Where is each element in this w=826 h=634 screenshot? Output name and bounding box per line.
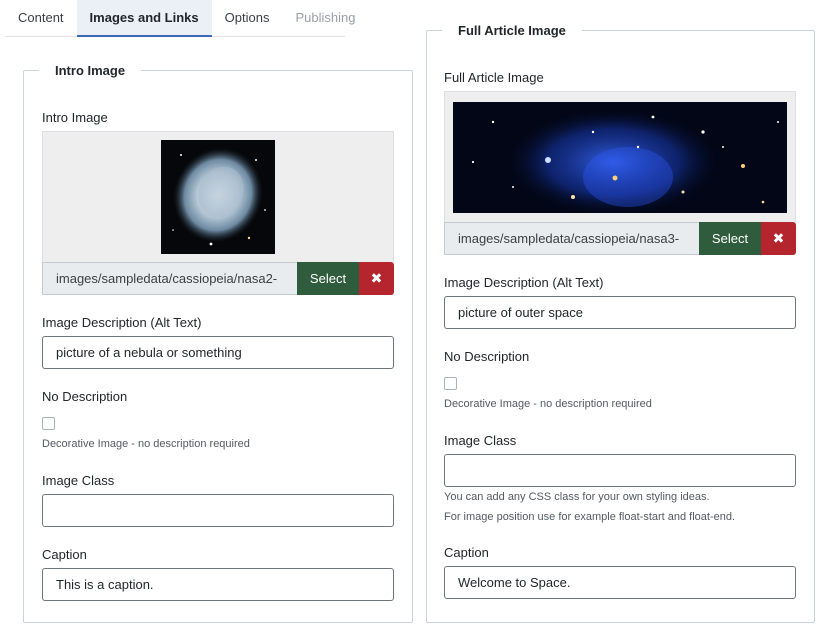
full-alt-label: Image Description (Alt Text) bbox=[444, 275, 604, 290]
close-icon: ✖ bbox=[772, 230, 785, 246]
tab-bar: Content Images and Links Options Publish… bbox=[5, 0, 355, 37]
full-article-image-fieldset: Full Article Image Full Article Image im… bbox=[426, 22, 815, 623]
intro-image-clear-button[interactable]: ✖ bbox=[359, 262, 394, 295]
full-image-label: Full Article Image bbox=[444, 70, 544, 85]
full-no-description-label: No Description bbox=[444, 349, 530, 364]
tab-content[interactable]: Content bbox=[5, 0, 77, 36]
full-caption-label: Caption bbox=[444, 545, 489, 560]
intro-no-description-label: No Description bbox=[42, 389, 128, 404]
full-image-preview bbox=[444, 91, 796, 222]
tab-options[interactable]: Options bbox=[212, 0, 283, 36]
full-caption-input[interactable]: Welcome to Space. bbox=[444, 566, 796, 599]
intro-image-thumbnail bbox=[161, 140, 275, 254]
full-image-class-label: Image Class bbox=[444, 433, 517, 448]
full-alt-input[interactable]: picture of outer space bbox=[444, 296, 796, 329]
full-no-description-checkbox[interactable] bbox=[444, 377, 457, 390]
tab-publishing[interactable]: Publishing bbox=[282, 0, 368, 36]
intro-alt-input[interactable]: picture of a nebula or something bbox=[42, 336, 394, 369]
intro-image-select-button[interactable]: Select bbox=[297, 262, 359, 295]
intro-image-preview bbox=[42, 131, 394, 262]
intro-caption-input[interactable]: This is a caption. bbox=[42, 568, 394, 601]
intro-caption-label: Caption bbox=[42, 547, 87, 562]
intro-no-description-checkbox[interactable] bbox=[42, 417, 55, 430]
full-image-class-help-1: You can add any CSS class for your own s… bbox=[444, 491, 710, 503]
full-article-image-legend: Full Article Image bbox=[442, 22, 582, 40]
intro-image-class-input[interactable] bbox=[42, 494, 394, 527]
intro-image-fieldset: Intro Image Intro Image images/sampledat… bbox=[23, 62, 413, 623]
intro-image-legend: Intro Image bbox=[39, 62, 142, 80]
intro-alt-label: Image Description (Alt Text) bbox=[42, 315, 202, 330]
intro-decorative-help: Decorative Image - no description requir… bbox=[42, 438, 250, 450]
intro-image-path: images/sampledata/cassiopeia/nasa2- bbox=[42, 262, 297, 295]
full-decorative-help: Decorative Image - no description requir… bbox=[444, 398, 652, 410]
full-image-thumbnail bbox=[453, 102, 787, 213]
intro-image-label: Intro Image bbox=[42, 110, 108, 125]
full-image-select-button[interactable]: Select bbox=[699, 222, 761, 255]
full-image-path: images/sampledata/cassiopeia/nasa3- bbox=[444, 222, 699, 255]
full-image-class-input[interactable] bbox=[444, 454, 796, 487]
close-icon: ✖ bbox=[370, 270, 383, 286]
full-image-class-help-2: For image position use for example float… bbox=[444, 511, 736, 523]
intro-image-class-label: Image Class bbox=[42, 473, 115, 488]
full-image-clear-button[interactable]: ✖ bbox=[761, 222, 796, 255]
tab-images-and-links[interactable]: Images and Links bbox=[76, 0, 212, 37]
